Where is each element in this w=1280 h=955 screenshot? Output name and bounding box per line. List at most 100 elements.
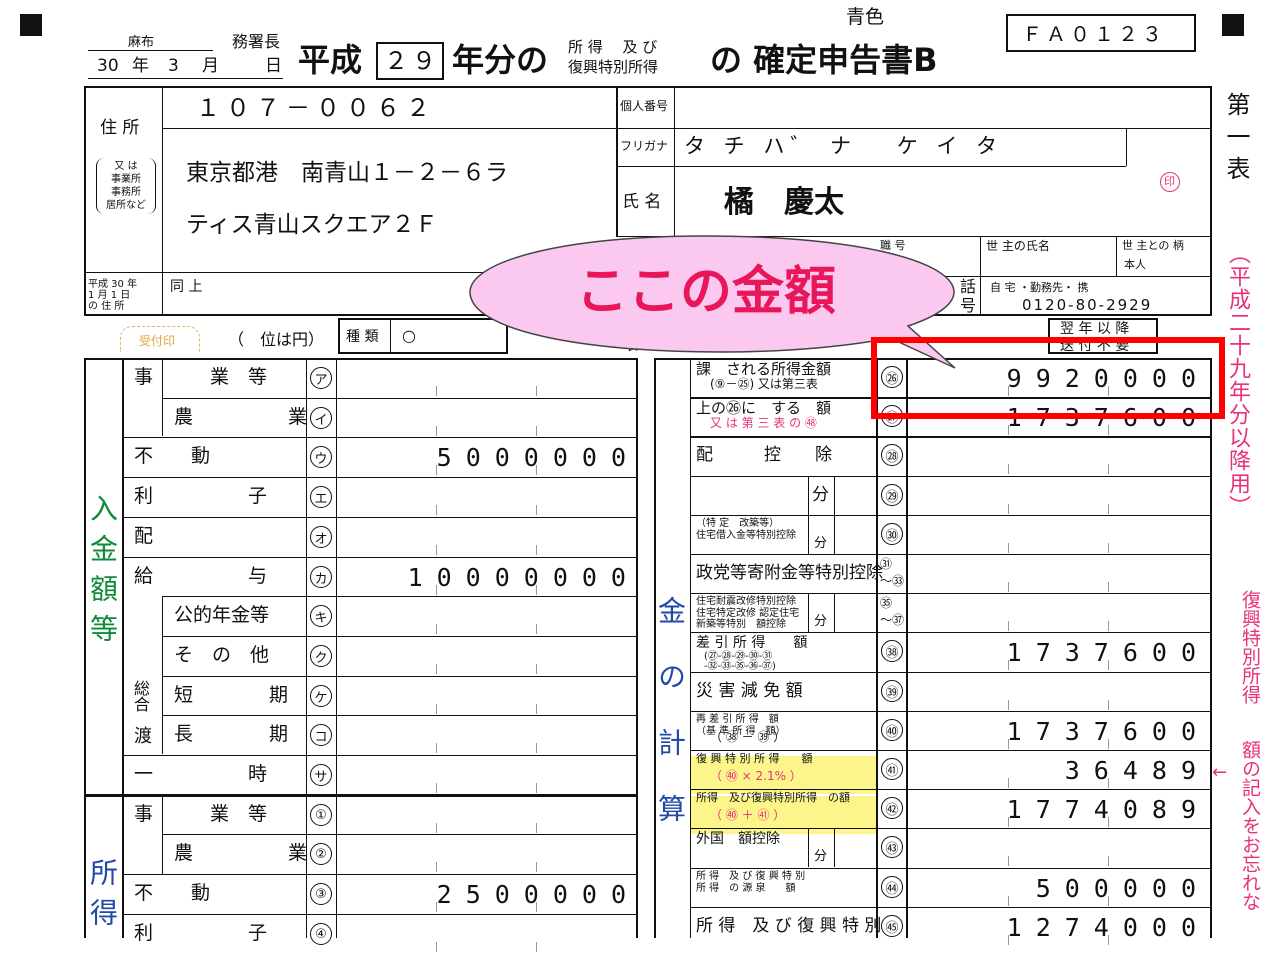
- right-row-label: 外国 額控除: [696, 831, 780, 847]
- right-row-mark: ㉗: [881, 405, 903, 427]
- left-row-divider: [162, 834, 638, 835]
- right-row-divider: [690, 632, 1212, 633]
- phone-label-a: 話: [960, 277, 977, 296]
- group-calc-label: 金の計算: [654, 596, 687, 860]
- right-row-sublabel: （ ㊵ ＋ ㊶ ）: [710, 808, 786, 822]
- cell-guide: [536, 743, 537, 753]
- left-row-divider: [162, 398, 638, 399]
- left-row-value: 10000000: [407, 563, 640, 592]
- cell-guide: [536, 465, 537, 475]
- right-row-divider: [690, 554, 1212, 555]
- cell-guide: [536, 942, 537, 952]
- date-year: 30: [97, 56, 119, 76]
- cell-guide: [1108, 660, 1109, 670]
- cell-guide: [1008, 543, 1009, 553]
- cell-guide: [536, 902, 537, 912]
- cell-guide: [1108, 582, 1109, 592]
- date-year-unit: 年: [132, 56, 149, 76]
- date-month: 3: [168, 56, 179, 76]
- cell-guide: [436, 545, 437, 555]
- right-row-divider: [690, 515, 1212, 516]
- left-row-label: 公的年金等: [174, 604, 270, 626]
- address-sub-label: 又 は 事業所 事務所 居所など: [96, 158, 156, 214]
- cell-guide: [436, 862, 437, 872]
- left-row-label: 短 期: [174, 684, 289, 706]
- cell-guide: [1108, 386, 1109, 396]
- cell-guide: [436, 743, 437, 753]
- cell-guide: [436, 664, 437, 674]
- address-label: 住 所: [100, 118, 140, 138]
- group-sogo-label: 総合: [131, 680, 150, 712]
- right-row-label: 災 害 減 免 額: [696, 681, 803, 701]
- right-row-mark: ㉘: [881, 444, 903, 466]
- cell-guide: [436, 902, 437, 912]
- cell-guide: [1108, 856, 1109, 866]
- right-row-label: 政党等寄附金等特別控除: [696, 563, 883, 583]
- cell-guide: [1008, 896, 1009, 906]
- cell-guide: [436, 624, 437, 634]
- left-row-label: 一 時: [134, 763, 268, 785]
- right-row-mark: ㊳: [881, 640, 903, 662]
- right-row-mark: ㊵: [881, 719, 903, 741]
- group-jo-label: 渡: [134, 726, 152, 747]
- cell-guide: [1008, 582, 1009, 592]
- right-row-mark: ㉛ ～㉝: [880, 557, 905, 588]
- cell-guide: [1008, 778, 1009, 788]
- left-row-label: 事 業 等: [134, 803, 268, 825]
- cell-guide: [536, 386, 537, 396]
- cell-guide: [1108, 739, 1109, 749]
- era-year-box: ２９: [376, 42, 444, 80]
- right-row-divider: [690, 750, 1212, 751]
- right-row-divider: [690, 593, 1212, 594]
- taxpayer-name: 橘 慶太: [724, 185, 844, 220]
- cell-guide: [1108, 700, 1109, 710]
- left-row-mark: ク: [310, 645, 332, 667]
- cell-guide: [1008, 464, 1009, 474]
- title-end: の 確定申告書B: [710, 41, 938, 79]
- right-row-mark: ㊴: [881, 680, 903, 702]
- cell-guide: [1008, 621, 1009, 631]
- furigana-value: タ チ ハ゛ ナ ケ イ タ: [684, 134, 1004, 158]
- cell-guide: [1108, 543, 1109, 553]
- form-code: ＦＡ０１２３: [1022, 22, 1166, 46]
- left-row-divider: [162, 596, 638, 597]
- right-row-label: 上の㉖に する 額: [696, 399, 832, 417]
- left-row-label: 利 子: [134, 485, 268, 507]
- title-small-bottom: 復興特別所得: [568, 58, 659, 76]
- era: 平成: [298, 41, 363, 79]
- right-row-label: （特 定 改築等） 住宅借入金等特別控除: [696, 518, 796, 541]
- cell-guide: [1008, 817, 1009, 827]
- fen-divider: [808, 828, 809, 867]
- left-row-mark: ウ: [310, 446, 332, 468]
- fen-divider: [808, 515, 809, 554]
- jan-address-label: 平成 30 年 1 月 1 日 の 住 所: [88, 279, 138, 312]
- left-row-mark: サ: [310, 764, 332, 786]
- household-head-label: 世 主の氏名: [986, 239, 1050, 253]
- right-row-mark: ㊶: [881, 758, 903, 780]
- left-row-label: 配: [134, 525, 154, 547]
- cell-guide: [436, 386, 437, 396]
- right-row-sublabel: 又 は 第 三 表 の ㊽: [710, 416, 817, 430]
- next-year-box: 翌 年 以 降 送 付 不 要: [1048, 318, 1158, 354]
- left-row-mark: ③: [310, 883, 332, 905]
- left-row-divider: [122, 755, 638, 756]
- household-relation-label: 世 主との 柄: [1122, 239, 1184, 252]
- occupation-label: 職 号: [880, 239, 906, 252]
- furigana-label: フリガナ: [620, 139, 669, 153]
- cell-guide: [536, 783, 537, 793]
- right-row-divider: [690, 711, 1212, 712]
- phone-label-b: 号: [960, 296, 977, 315]
- jan-address-value: 同 上: [170, 279, 203, 295]
- right-row-mark: ㊷: [881, 797, 903, 819]
- left-row-mark: ④: [310, 923, 332, 945]
- phone-type: 自 宅 ・勤務先・ 携: [990, 281, 1089, 294]
- left-row-label: 事 業 等: [134, 366, 268, 388]
- band-left: 表: [626, 339, 639, 353]
- right-row-mark: ㉙: [881, 484, 903, 506]
- right-row-sublabel: (⑨－㉕) 又は第三表: [710, 377, 818, 391]
- seal-icon: 印: [1160, 172, 1180, 192]
- corner-mark-left: [20, 14, 42, 36]
- cell-guide: [1108, 504, 1109, 514]
- group-shotoku-label: 所得: [86, 858, 119, 938]
- left-row-divider: [122, 477, 638, 478]
